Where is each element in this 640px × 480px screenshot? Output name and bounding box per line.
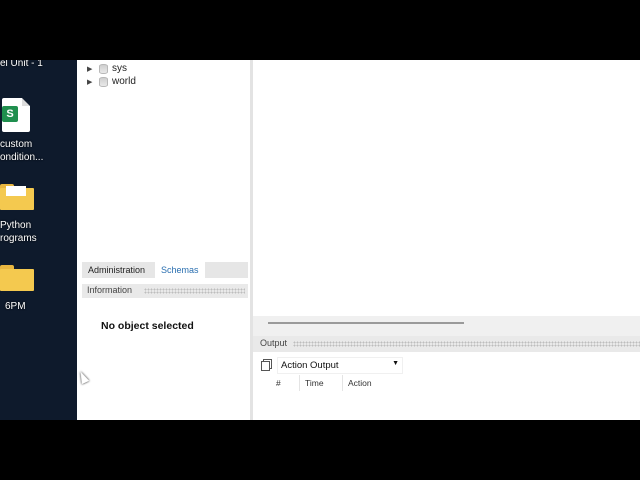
column-header-number[interactable]: # xyxy=(276,378,281,388)
spreadsheet-icon[interactable]: S xyxy=(2,98,30,132)
desktop-strip: el Unit - 1 S custom ondition... Python … xyxy=(0,60,77,420)
information-header: Information xyxy=(82,284,248,298)
desktop-item-label-line2: rograms xyxy=(0,233,37,244)
output-type-dropdown[interactable]: Action Output ▼ xyxy=(277,357,403,374)
dropdown-value: Action Output xyxy=(281,360,339,371)
database-icon xyxy=(99,63,108,74)
desktop-item-label-line1: Python xyxy=(0,220,32,231)
schema-tree-item-sys[interactable]: ▶ sys xyxy=(87,62,127,75)
output-header: Output xyxy=(253,336,640,352)
schema-name: world xyxy=(112,76,136,87)
editor-area[interactable] xyxy=(253,60,640,316)
information-label: Information xyxy=(87,285,136,295)
column-header-time[interactable]: Time xyxy=(305,378,324,388)
schema-navigator-panel: ▶ sys ▶ world Administration Schemas Inf… xyxy=(77,60,253,420)
desktop-item-label-line1: custom xyxy=(0,139,33,150)
tab-schemas[interactable]: Schemas xyxy=(155,262,205,278)
no-object-selected-text: No object selected xyxy=(101,320,194,332)
output-title: Output xyxy=(260,338,291,348)
column-header-action[interactable]: Action xyxy=(348,378,372,388)
horizontal-scrollbar-thumb[interactable] xyxy=(268,322,464,324)
chevron-down-icon: ▼ xyxy=(392,360,399,367)
expand-arrow-icon[interactable]: ▶ xyxy=(87,78,95,86)
desktop-item-label-line2: ondition... xyxy=(0,152,44,163)
folder-icon[interactable] xyxy=(0,184,34,210)
schema-tree-item-world[interactable]: ▶ world xyxy=(87,75,136,88)
navigator-tab-bar: Administration Schemas xyxy=(82,262,248,278)
database-icon xyxy=(99,76,108,87)
window-title-fragment: el Unit - 1 xyxy=(0,60,43,69)
expand-arrow-icon[interactable]: ▶ xyxy=(87,65,95,73)
copy-icon[interactable] xyxy=(261,359,272,371)
folder-icon[interactable] xyxy=(0,265,34,291)
horizontal-scrollbar-track[interactable] xyxy=(253,316,640,336)
desktop-item-label: 6PM xyxy=(5,301,26,312)
output-panel: Output Action Output ▼ # Time Action xyxy=(253,336,640,420)
tab-administration[interactable]: Administration xyxy=(82,262,152,278)
schema-name: sys xyxy=(112,63,127,74)
